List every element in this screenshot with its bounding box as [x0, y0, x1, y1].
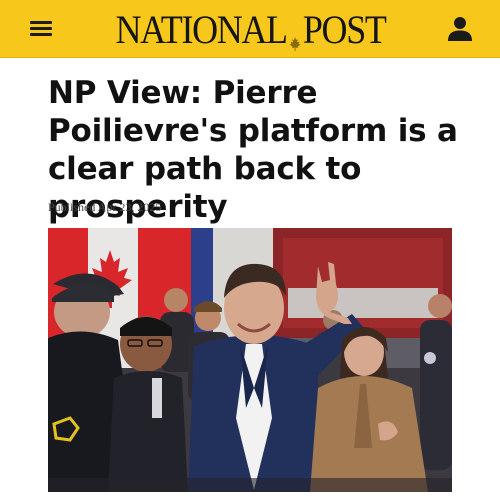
user-account-icon[interactable]	[446, 14, 474, 42]
article-hero-image[interactable]	[48, 228, 452, 492]
logo-text-post: POST	[302, 6, 387, 52]
hero-photo	[48, 228, 452, 492]
logo-text-national: NATIONAL	[115, 6, 289, 52]
published-date: Published Apr 23, 2025	[48, 200, 162, 214]
national-post-logo[interactable]: NATIONAL POST	[116, 6, 387, 52]
site-header: NATIONAL POST	[0, 0, 500, 58]
maple-leaf-icon	[288, 15, 302, 51]
hamburger-menu-icon[interactable]	[30, 19, 52, 37]
